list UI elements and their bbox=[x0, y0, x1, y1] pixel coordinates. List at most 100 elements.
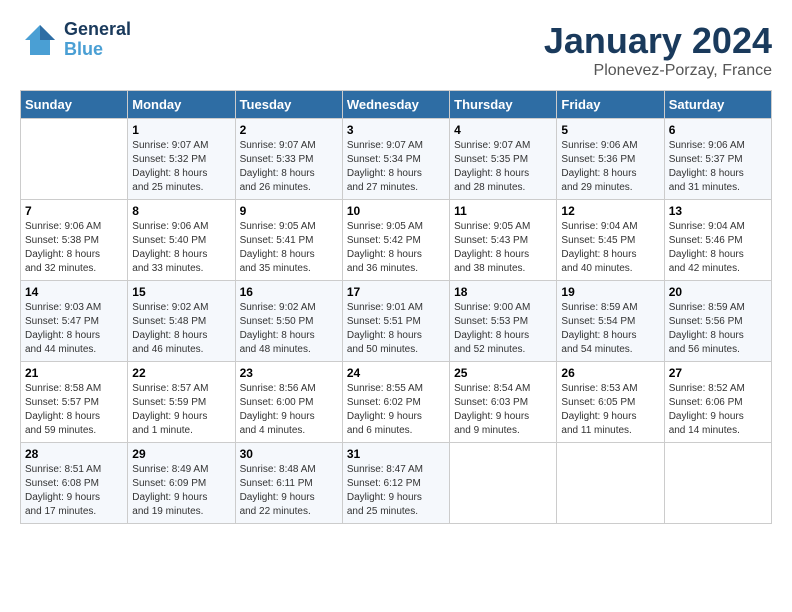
day-info: Sunrise: 8:49 AMSunset: 6:09 PMDaylight:… bbox=[132, 463, 230, 519]
logo-icon bbox=[20, 20, 60, 60]
day-number: 8 bbox=[132, 204, 230, 218]
day-number: 19 bbox=[561, 285, 659, 299]
day-number: 16 bbox=[240, 285, 338, 299]
day-info: Sunrise: 9:07 AMSunset: 5:35 PMDaylight:… bbox=[454, 139, 552, 195]
day-cell: 24 Sunrise: 8:55 AMSunset: 6:02 PMDayligh… bbox=[342, 362, 449, 443]
header-row: SundayMondayTuesdayWednesdayThursdayFrid… bbox=[21, 91, 772, 119]
day-number: 3 bbox=[347, 123, 445, 137]
day-number: 15 bbox=[132, 285, 230, 299]
day-number: 7 bbox=[25, 204, 123, 218]
day-info: Sunrise: 9:05 AMSunset: 5:42 PMDaylight:… bbox=[347, 220, 445, 276]
day-number: 4 bbox=[454, 123, 552, 137]
header-cell: Wednesday bbox=[342, 91, 449, 119]
day-cell: 28Sunrise: 8:51 AMSunset: 6:08 PMDayligh… bbox=[21, 443, 128, 524]
day-cell: 14 Sunrise: 9:03 AMSunset: 5:47 PMDayligh… bbox=[21, 281, 128, 362]
day-cell: 31 Sunrise: 8:47 AMSunset: 6:12 PMDayligh… bbox=[342, 443, 449, 524]
day-info: Sunrise: 8:48 AMSunset: 6:11 PMDaylight:… bbox=[240, 463, 338, 519]
week-row: 7 Sunrise: 9:06 AMSunset: 5:38 PMDaylight… bbox=[21, 200, 772, 281]
header-cell: Sunday bbox=[21, 91, 128, 119]
month-title: January 2024 bbox=[544, 20, 772, 62]
day-cell: 7 Sunrise: 9:06 AMSunset: 5:38 PMDaylight… bbox=[21, 200, 128, 281]
day-number: 18 bbox=[454, 285, 552, 299]
logo-line2: Blue bbox=[64, 40, 131, 60]
day-number: 14 bbox=[25, 285, 123, 299]
day-info: Sunrise: 8:56 AMSunset: 6:00 PMDaylight:… bbox=[240, 382, 338, 438]
day-info: Sunrise: 8:58 AMSunset: 5:57 PMDaylight:… bbox=[25, 382, 123, 438]
day-number: 28 bbox=[25, 447, 123, 461]
day-cell: 12 Sunrise: 9:04 AMSunset: 5:45 PMDayligh… bbox=[557, 200, 664, 281]
day-cell: 20Sunrise: 8:59 AMSunset: 5:56 PMDayligh… bbox=[664, 281, 771, 362]
day-cell: 10 Sunrise: 9:05 AMSunset: 5:42 PMDayligh… bbox=[342, 200, 449, 281]
day-info: Sunrise: 9:06 AMSunset: 5:36 PMDaylight:… bbox=[561, 139, 659, 195]
day-cell bbox=[21, 119, 128, 200]
day-cell: 30 Sunrise: 8:48 AMSunset: 6:11 PMDayligh… bbox=[235, 443, 342, 524]
day-cell: 26 Sunrise: 8:53 AMSunset: 6:05 PMDayligh… bbox=[557, 362, 664, 443]
day-number: 24 bbox=[347, 366, 445, 380]
day-cell: 9 Sunrise: 9:05 AMSunset: 5:41 PMDaylight… bbox=[235, 200, 342, 281]
day-cell: 17 Sunrise: 9:01 AMSunset: 5:51 PMDayligh… bbox=[342, 281, 449, 362]
day-info: Sunrise: 8:47 AMSunset: 6:12 PMDaylight:… bbox=[347, 463, 445, 519]
day-cell: 25 Sunrise: 8:54 AMSunset: 6:03 PMDayligh… bbox=[450, 362, 557, 443]
day-cell: 29 Sunrise: 8:49 AMSunset: 6:09 PMDayligh… bbox=[128, 443, 235, 524]
day-info: Sunrise: 9:04 AMSunset: 5:45 PMDaylight:… bbox=[561, 220, 659, 276]
day-info: Sunrise: 9:06 AMSunset: 5:38 PMDaylight:… bbox=[25, 220, 123, 276]
day-number: 25 bbox=[454, 366, 552, 380]
day-number: 5 bbox=[561, 123, 659, 137]
header: General Blue January 2024 Plonevez-Porza… bbox=[20, 20, 772, 80]
day-number: 30 bbox=[240, 447, 338, 461]
day-number: 22 bbox=[132, 366, 230, 380]
day-info: Sunrise: 9:05 AMSunset: 5:41 PMDaylight:… bbox=[240, 220, 338, 276]
day-number: 1 bbox=[132, 123, 230, 137]
day-cell: 4 Sunrise: 9:07 AMSunset: 5:35 PMDaylight… bbox=[450, 119, 557, 200]
header-cell: Tuesday bbox=[235, 91, 342, 119]
day-info: Sunrise: 8:54 AMSunset: 6:03 PMDaylight:… bbox=[454, 382, 552, 438]
day-number: 10 bbox=[347, 204, 445, 218]
day-info: Sunrise: 8:55 AMSunset: 6:02 PMDaylight:… bbox=[347, 382, 445, 438]
day-info: Sunrise: 9:06 AMSunset: 5:40 PMDaylight:… bbox=[132, 220, 230, 276]
day-number: 2 bbox=[240, 123, 338, 137]
day-info: Sunrise: 9:07 AMSunset: 5:34 PMDaylight:… bbox=[347, 139, 445, 195]
day-info: Sunrise: 9:07 AMSunset: 5:33 PMDaylight:… bbox=[240, 139, 338, 195]
day-cell: 13Sunrise: 9:04 AMSunset: 5:46 PMDayligh… bbox=[664, 200, 771, 281]
logo-line1: General bbox=[64, 20, 131, 40]
day-number: 17 bbox=[347, 285, 445, 299]
day-info: Sunrise: 9:04 AMSunset: 5:46 PMDaylight:… bbox=[669, 220, 767, 276]
day-info: Sunrise: 9:00 AMSunset: 5:53 PMDaylight:… bbox=[454, 301, 552, 357]
logo: General Blue bbox=[20, 20, 131, 60]
week-row: 14 Sunrise: 9:03 AMSunset: 5:47 PMDayligh… bbox=[21, 281, 772, 362]
day-info: Sunrise: 9:05 AMSunset: 5:43 PMDaylight:… bbox=[454, 220, 552, 276]
day-info: Sunrise: 9:02 AMSunset: 5:48 PMDaylight:… bbox=[132, 301, 230, 357]
title-area: January 2024 Plonevez-Porzay, France bbox=[544, 20, 772, 80]
header-cell: Saturday bbox=[664, 91, 771, 119]
day-cell: 15 Sunrise: 9:02 AMSunset: 5:48 PMDayligh… bbox=[128, 281, 235, 362]
week-row: 21Sunrise: 8:58 AMSunset: 5:57 PMDayligh… bbox=[21, 362, 772, 443]
week-row: 1Sunrise: 9:07 AMSunset: 5:32 PMDaylight… bbox=[21, 119, 772, 200]
day-cell: 1Sunrise: 9:07 AMSunset: 5:32 PMDaylight… bbox=[128, 119, 235, 200]
day-cell: 3 Sunrise: 9:07 AMSunset: 5:34 PMDaylight… bbox=[342, 119, 449, 200]
logo-text: General Blue bbox=[64, 20, 131, 60]
day-number: 27 bbox=[669, 366, 767, 380]
day-number: 29 bbox=[132, 447, 230, 461]
day-cell: 23Sunrise: 8:56 AMSunset: 6:00 PMDayligh… bbox=[235, 362, 342, 443]
day-number: 11 bbox=[454, 204, 552, 218]
day-cell: 5 Sunrise: 9:06 AMSunset: 5:36 PMDaylight… bbox=[557, 119, 664, 200]
day-cell: 16 Sunrise: 9:02 AMSunset: 5:50 PMDayligh… bbox=[235, 281, 342, 362]
header-cell: Monday bbox=[128, 91, 235, 119]
day-info: Sunrise: 9:01 AMSunset: 5:51 PMDaylight:… bbox=[347, 301, 445, 357]
day-number: 31 bbox=[347, 447, 445, 461]
day-info: Sunrise: 8:53 AMSunset: 6:05 PMDaylight:… bbox=[561, 382, 659, 438]
day-number: 6 bbox=[669, 123, 767, 137]
day-info: Sunrise: 9:02 AMSunset: 5:50 PMDaylight:… bbox=[240, 301, 338, 357]
day-number: 12 bbox=[561, 204, 659, 218]
day-cell: 11 Sunrise: 9:05 AMSunset: 5:43 PMDayligh… bbox=[450, 200, 557, 281]
day-cell: 19Sunrise: 8:59 AMSunset: 5:54 PMDayligh… bbox=[557, 281, 664, 362]
day-number: 9 bbox=[240, 204, 338, 218]
day-number: 26 bbox=[561, 366, 659, 380]
calendar-table: SundayMondayTuesdayWednesdayThursdayFrid… bbox=[20, 90, 772, 524]
week-row: 28Sunrise: 8:51 AMSunset: 6:08 PMDayligh… bbox=[21, 443, 772, 524]
day-info: Sunrise: 8:52 AMSunset: 6:06 PMDaylight:… bbox=[669, 382, 767, 438]
day-cell: 22Sunrise: 8:57 AMSunset: 5:59 PMDayligh… bbox=[128, 362, 235, 443]
day-cell bbox=[557, 443, 664, 524]
day-info: Sunrise: 9:03 AMSunset: 5:47 PMDaylight:… bbox=[25, 301, 123, 357]
day-cell bbox=[450, 443, 557, 524]
